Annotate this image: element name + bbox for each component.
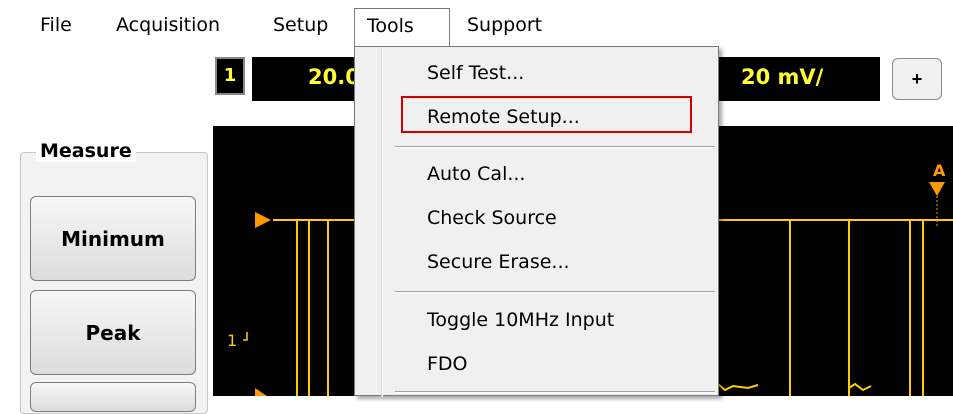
menu-item-secure-erase[interactable]: Secure Erase... — [427, 251, 570, 273]
channel-scale-right: 20 mV/ — [741, 65, 824, 89]
peak-button[interactable]: Peak — [30, 290, 196, 375]
measure-button-partial[interactable] — [30, 382, 196, 412]
minimum-button[interactable]: Minimum — [30, 196, 196, 281]
ref-marker-icon — [243, 332, 248, 341]
ref-marker-label: 1 — [227, 331, 237, 350]
menu-file[interactable]: File — [28, 8, 84, 42]
bottom-marker-icon — [255, 388, 267, 396]
annotation-marker-icon — [929, 182, 945, 196]
level-marker-icon — [255, 212, 271, 228]
menu-item-fdo[interactable]: FDO — [427, 353, 468, 375]
menu-item-toggle-10mhz[interactable]: Toggle 10MHz Input — [427, 309, 614, 331]
add-channel-button[interactable]: + — [892, 58, 942, 100]
menu-separator — [395, 291, 715, 293]
annotation-label: A — [933, 161, 946, 180]
menu-item-self-test[interactable]: Self Test... — [427, 62, 524, 84]
highlight-box-remote-setup — [401, 96, 692, 133]
channel-scale-left: 20.0 — [308, 65, 360, 89]
menu-separator — [395, 391, 715, 393]
menu-item-auto-cal[interactable]: Auto Cal... — [427, 163, 525, 185]
menu-bar: File Acquisition Setup Tools Support — [0, 0, 953, 46]
measure-title: Measure — [36, 140, 136, 162]
channel-number-badge[interactable]: 1 — [215, 57, 245, 95]
menu-gutter-highlight — [382, 47, 383, 397]
menu-support[interactable]: Support — [455, 8, 554, 42]
menu-acquisition[interactable]: Acquisition — [104, 8, 232, 42]
menu-item-check-source[interactable]: Check Source — [427, 207, 557, 229]
menu-setup[interactable]: Setup — [261, 8, 340, 42]
menu-separator — [395, 146, 715, 148]
menu-tools[interactable]: Tools — [354, 8, 450, 46]
